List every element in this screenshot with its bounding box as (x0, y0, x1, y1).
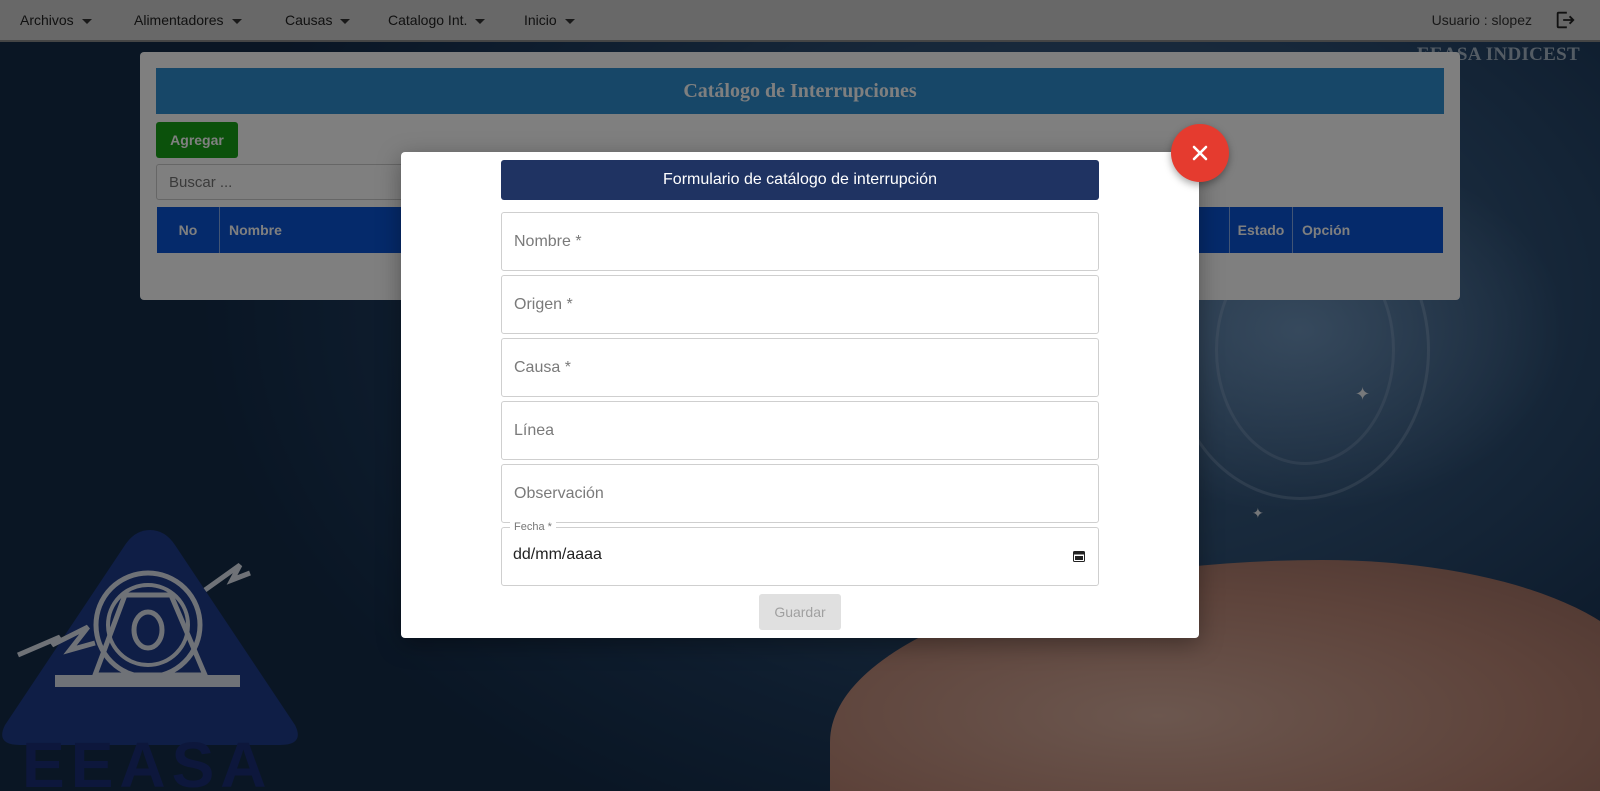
save-button[interactable]: Guardar (759, 594, 841, 630)
nombre-field[interactable] (501, 212, 1099, 271)
fecha-label: Fecha * (510, 521, 556, 533)
interruption-form-modal: Formulario de catálogo de interrupción F… (401, 152, 1199, 638)
linea-field[interactable] (501, 401, 1099, 460)
modal-title: Formulario de catálogo de interrupción (501, 160, 1099, 200)
causa-field[interactable] (501, 338, 1099, 397)
calendar-icon[interactable] (1073, 550, 1085, 562)
close-icon (1192, 145, 1208, 161)
fecha-value: dd/mm/aaaa (513, 546, 602, 563)
fecha-field[interactable]: Fecha * dd/mm/aaaa (501, 521, 1099, 586)
observacion-field[interactable] (501, 464, 1099, 523)
origen-field[interactable] (501, 275, 1099, 334)
close-modal-button[interactable] (1171, 124, 1229, 182)
